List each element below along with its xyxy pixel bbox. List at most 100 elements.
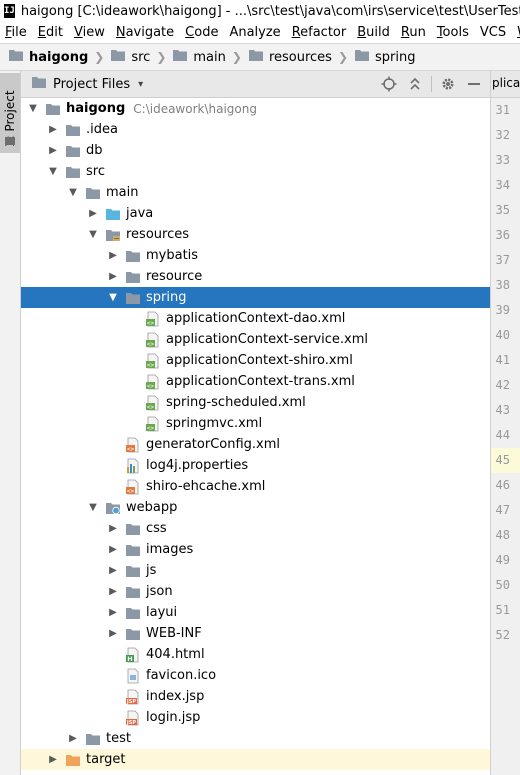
tree-node[interactable]: ▶ js xyxy=(21,560,490,581)
menu-item[interactable]: VCS xyxy=(475,25,512,40)
menu-item[interactable]: Window xyxy=(512,25,520,40)
chevron-down-icon[interactable]: ▾ xyxy=(138,79,143,90)
svg-text:<>: <> xyxy=(147,425,155,432)
tree-node-label: src xyxy=(86,164,105,179)
tree-node[interactable]: ▶ mybatis xyxy=(21,245,490,266)
chevron-right-icon[interactable]: ▶ xyxy=(107,523,119,534)
properties-file-icon xyxy=(125,458,141,474)
menu-item[interactable]: Edit xyxy=(33,25,69,40)
tree-node[interactable]: ▶ resource xyxy=(21,266,490,287)
tree-node[interactable]: ▶ db xyxy=(21,140,490,161)
tree-node[interactable]: favicon.ico xyxy=(21,665,490,686)
tree-node[interactable]: <> spring-scheduled.xml xyxy=(21,392,490,413)
editor-tab[interactable]: plicati xyxy=(492,76,520,90)
chevron-right-icon[interactable]: ▶ xyxy=(47,145,59,156)
chevron-right-icon[interactable]: ▶ xyxy=(47,124,59,135)
chevron-right-icon[interactable]: ▶ xyxy=(107,565,119,576)
chevron-right-icon[interactable]: ▶ xyxy=(87,208,99,219)
tree-node[interactable]: ▶ layui xyxy=(21,602,490,623)
chevron-down-icon[interactable]: ▼ xyxy=(107,292,119,303)
chevron-down-icon[interactable]: ▼ xyxy=(67,187,79,198)
tree-node[interactable]: ▶ test xyxy=(21,728,490,749)
breadcrumb-item[interactable]: spring xyxy=(354,47,416,67)
project-tool-tab[interactable]: 1: Project xyxy=(0,73,20,153)
locate-file-icon[interactable] xyxy=(379,75,399,93)
tree-node[interactable]: <> applicationContext-shiro.xml xyxy=(21,350,490,371)
chevron-down-icon[interactable]: ▼ xyxy=(87,229,99,240)
tree-node[interactable]: ▼ main xyxy=(21,182,490,203)
tree-node[interactable]: <> applicationContext-service.xml xyxy=(21,329,490,350)
chevron-right-icon[interactable]: ▶ xyxy=(107,628,119,639)
tree-node[interactable]: H 404.html xyxy=(21,644,490,665)
gear-icon[interactable] xyxy=(438,75,458,93)
tree-node[interactable]: <> generatorConfig.xml xyxy=(21,434,490,455)
svg-text:H: H xyxy=(127,655,132,663)
tree-node[interactable]: log4j.properties xyxy=(21,455,490,476)
line-number: 51 xyxy=(495,603,510,617)
menu-item[interactable]: File xyxy=(0,25,33,40)
menu-item[interactable]: Analyze xyxy=(224,25,286,40)
folder-icon xyxy=(125,269,141,285)
breadcrumb-chevron-icon: ❯ xyxy=(156,50,167,64)
tree-node[interactable]: <> shiro-ehcache.xml xyxy=(21,476,490,497)
chevron-right-icon[interactable]: ▶ xyxy=(107,544,119,555)
tree-node-label: log4j.properties xyxy=(146,458,249,473)
tree-node-label: layui xyxy=(146,605,178,620)
chevron-right-icon[interactable]: ▶ xyxy=(107,607,119,618)
folder-icon xyxy=(65,122,81,138)
intellij-logo-icon: IJ xyxy=(4,4,15,18)
menu-label: ile xyxy=(11,25,27,40)
menu-item[interactable]: Refactor xyxy=(287,25,353,40)
image-file-icon xyxy=(125,668,141,684)
chevron-right-icon[interactable]: ▶ xyxy=(47,754,59,765)
menu-item[interactable]: Tools xyxy=(432,25,475,40)
breadcrumb-item[interactable]: haigong xyxy=(8,47,88,67)
breadcrumb-label: src xyxy=(131,49,151,65)
tree-node[interactable]: ▼ src xyxy=(21,161,490,182)
tree-node[interactable]: ▶ images xyxy=(21,539,490,560)
breadcrumb-item[interactable]: resources xyxy=(248,47,332,67)
tree-node[interactable]: ▶ java xyxy=(21,203,490,224)
tree-node[interactable]: ▶ json xyxy=(21,581,490,602)
chevron-right-icon[interactable]: ▶ xyxy=(67,733,79,744)
breadcrumb-item[interactable]: src xyxy=(110,47,150,67)
tree-node[interactable]: ▼ resources xyxy=(21,224,490,245)
chevron-right-icon[interactable]: ▶ xyxy=(107,250,119,261)
excluded-folder-icon xyxy=(65,752,81,768)
hide-panel-icon[interactable] xyxy=(464,75,484,93)
tree-node-label: resources xyxy=(126,227,190,242)
menu-item[interactable]: Navigate xyxy=(111,25,180,40)
collapse-all-icon[interactable] xyxy=(405,75,425,93)
svg-text:<>: <> xyxy=(147,404,155,411)
project-view-selector[interactable]: Project Files xyxy=(53,77,130,92)
chevron-right-icon[interactable]: ▶ xyxy=(107,586,119,597)
tree-node[interactable]: ▼ webapp xyxy=(21,497,490,518)
tree-node[interactable]: <> applicationContext-dao.xml xyxy=(21,308,490,329)
tree-node-label: db xyxy=(86,143,103,158)
tree-node[interactable]: ▶ css xyxy=(21,518,490,539)
menu-item[interactable]: Build xyxy=(352,25,396,40)
tree-node[interactable]: ▼ haigong C:\ideawork\haigong xyxy=(21,98,490,119)
breadcrumb: haigong ❯ src ❯ main ❯ resources ❯ spring xyxy=(0,43,520,71)
menu-item[interactable]: Run xyxy=(396,25,432,40)
tree-node[interactable]: JSP login.jsp xyxy=(21,707,490,728)
tree-node[interactable]: ▼ spring xyxy=(21,287,490,308)
tree-node[interactable]: ▶ target xyxy=(21,749,490,770)
chevron-down-icon[interactable]: ▼ xyxy=(27,103,39,114)
web-folder-icon xyxy=(105,500,121,516)
tree-node[interactable]: ▶ WEB-INF xyxy=(21,623,490,644)
folder-icon xyxy=(65,164,81,180)
chevron-right-icon[interactable]: ▶ xyxy=(107,271,119,282)
breadcrumb-item[interactable]: main xyxy=(172,47,226,67)
xml-file-icon: <> xyxy=(125,479,141,495)
menu-item[interactable]: Code xyxy=(180,25,224,40)
menu-label: VCS xyxy=(479,25,507,40)
tree-node[interactable]: <> applicationContext-trans.xml xyxy=(21,371,490,392)
chevron-down-icon[interactable]: ▼ xyxy=(87,502,99,513)
tree-node[interactable]: <> springmvc.xml xyxy=(21,413,490,434)
chevron-down-icon[interactable]: ▼ xyxy=(47,166,59,177)
menu-item[interactable]: View xyxy=(69,25,111,40)
left-tool-stripe: 1: Project xyxy=(0,71,21,775)
tree-node[interactable]: ▶ .idea xyxy=(21,119,490,140)
tree-node[interactable]: JSP index.jsp xyxy=(21,686,490,707)
